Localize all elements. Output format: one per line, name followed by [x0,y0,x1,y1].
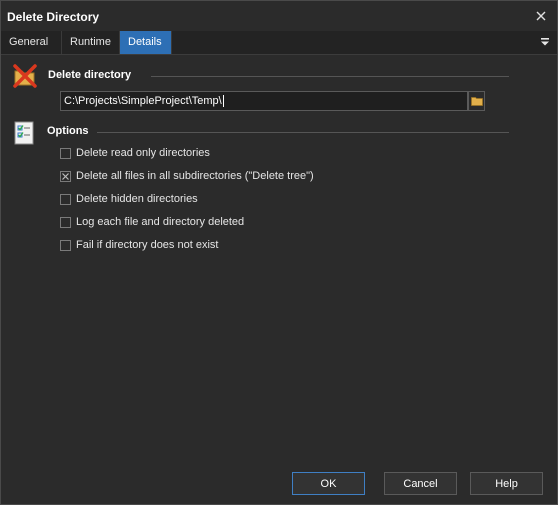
section-divider [151,76,509,77]
option-fail-if-missing[interactable]: Fail if directory does not exist [60,237,218,253]
tab-details[interactable]: Details [120,31,172,54]
browse-folder-button[interactable] [468,91,485,111]
text-caret [222,95,224,108]
checkbox[interactable] [60,193,71,205]
ok-button[interactable]: OK [292,472,365,495]
tab-menu-button[interactable] [537,34,553,50]
option-label: Delete hidden directories [76,193,198,205]
tab-label: Runtime [70,36,111,48]
help-button[interactable]: Help [470,472,543,495]
option-delete-hidden[interactable]: Delete hidden directories [60,191,198,207]
directory-path-input[interactable]: C:\Projects\SimpleProject\Temp\ [60,91,468,111]
delete-directory-icon [12,63,38,89]
section-title-options: Options [47,125,89,137]
options-checklist-icon [12,120,38,146]
folder-icon [470,97,483,106]
window-title: Delete Directory [7,10,100,24]
close-icon [536,11,546,21]
checkbox[interactable] [60,147,71,159]
option-log-deleted[interactable]: Log each file and directory deleted [60,214,244,230]
option-delete-tree[interactable]: Delete all files in all subdirectories (… [60,168,314,184]
tab-label: General [9,36,49,48]
option-label: Delete all files in all subdirectories (… [76,170,314,182]
checkmark-x-icon [62,172,69,180]
option-label: Delete read only directories [76,147,210,159]
menu-icon [541,38,549,46]
tab-label: Details [128,36,162,48]
checkbox[interactable] [60,216,71,228]
tab-general[interactable]: General [1,31,62,54]
checkbox[interactable] [60,239,71,251]
tab-runtime[interactable]: Runtime [62,31,120,54]
directory-path-value: C:\Projects\SimpleProject\Temp\ [64,95,222,107]
option-label: Log each file and directory deleted [76,216,245,228]
section-divider [97,132,509,133]
title-bar[interactable]: Delete Directory [1,1,557,31]
option-delete-read-only[interactable]: Delete read only directories [60,145,210,161]
close-button[interactable] [531,6,551,26]
option-label: Fail if directory does not exist [76,239,219,251]
dialog-window: Delete Directory General Runtime Details [0,0,558,505]
cancel-button[interactable]: Cancel [384,472,457,495]
checkbox-checked[interactable] [60,170,71,182]
section-title-delete-directory: Delete directory [48,69,132,81]
tab-bar: General Runtime Details [1,31,557,55]
